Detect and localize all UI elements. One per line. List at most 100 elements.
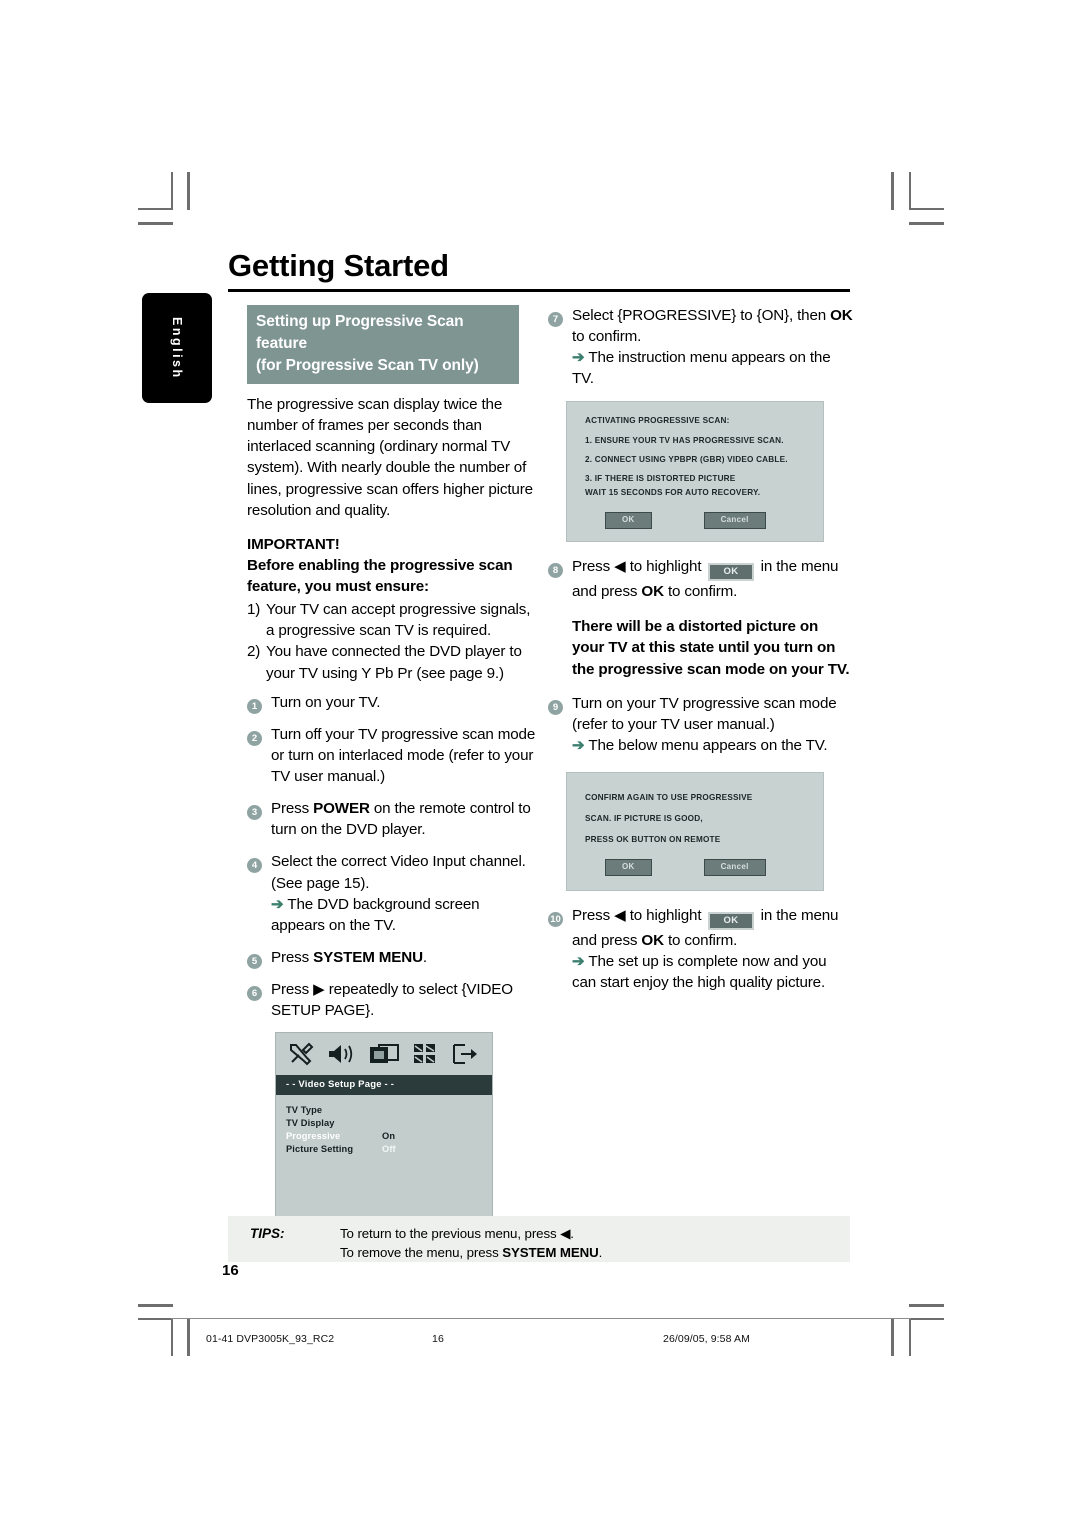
result-arrow-icon: ➔ [572, 349, 585, 367]
tools-icon [288, 1042, 314, 1066]
crop-mark-bottom-right-horizontal [909, 1318, 944, 1320]
crop-mark-top-left-vertical [171, 172, 173, 210]
speaker-icon [327, 1043, 357, 1065]
step-text: Press POWER on the remote control to tur… [271, 798, 537, 840]
step-number-badge: 4 [247, 851, 271, 874]
dvd-menu-row[interactable]: TV Display [276, 1116, 492, 1129]
step-result-text: The set up is complete now and you can s… [572, 953, 827, 992]
step-text: Select the correct Video Input channel. … [271, 851, 537, 936]
step-text-end: to confirm. [663, 583, 738, 601]
step-result-text: The DVD background screen appears on the… [271, 895, 480, 934]
step-number-badge: 10 [548, 905, 572, 927]
step-10: 10 Press ◀ to highlight OK in the menu a… [548, 905, 853, 994]
step-number-badge: 6 [247, 979, 271, 1001]
crop-mark-bottom-left-horizontal [138, 1318, 173, 1320]
preference-grid-icon [413, 1043, 439, 1065]
step-text-bold: POWER [313, 800, 370, 818]
step-bullet: 2 [247, 730, 262, 746]
step-6: 6 Press ▶ repeatedly to select {VIDEO SE… [247, 979, 537, 1021]
footer-file-name: 01-41 DVP3005K_93_RC2 [206, 1333, 335, 1345]
osd-title: ACTIVATING PROGRESSIVE SCAN: [585, 415, 730, 425]
step-7: 7 Select {PROGRESSIVE} to {ON}, then OK … [548, 305, 853, 390]
crop-mark-bottom-right-tick-vertical [891, 1318, 894, 1356]
osd-cancel-button[interactable]: Cancel [703, 511, 766, 529]
list-item: 2) You have connected the DVD player to … [247, 641, 537, 683]
important-label: IMPORTANT! [247, 535, 340, 553]
step-bullet: 3 [247, 805, 262, 821]
step-text-main: Select the correct Video Input channel. … [271, 853, 526, 892]
dvd-menu-row-progressive[interactable]: Progressive On [276, 1129, 492, 1142]
crop-mark-bottom-left-tick-vertical [187, 1318, 190, 1356]
osd-dialog-confirm-again: CONFIRM AGAIN TO USE PROGRESSIVE SCAN. I… [566, 772, 824, 891]
tv-video-icon [370, 1043, 400, 1065]
step-number-badge: 5 [247, 947, 271, 969]
step-text: Turn off your TV progressive scan mode o… [271, 725, 536, 785]
step-text-before: Press [271, 948, 314, 966]
tips-line-1: To return to the previous menu, press ◀. [340, 1226, 574, 1241]
crop-mark-top-right-tick-vertical [891, 172, 894, 210]
osd-cancel-button[interactable]: Cancel [703, 858, 766, 876]
step-number-badge: 9 [548, 693, 572, 715]
dvd-menu-row[interactable]: Picture Setting Off [276, 1142, 492, 1155]
crop-mark-top-left-horizontal [138, 208, 173, 210]
step-9: 9 Turn on your TV progressive scan mode … [548, 693, 853, 756]
step-text: Turn on your TV progressive scan mode (r… [572, 693, 853, 756]
dvd-menu-row-label: Picture Setting [286, 1143, 354, 1154]
tips-label: TIPS: [250, 1226, 285, 1241]
crop-mark-bottom-left-vertical [171, 1318, 173, 1356]
step-text-after: to confirm. [572, 328, 642, 346]
distorted-picture-warning: There will be a distorted picture on you… [572, 618, 850, 678]
tips-line-2-before: To remove the menu, press [340, 1245, 503, 1261]
step-result-text: The instruction menu appears on the TV. [572, 349, 831, 388]
language-tab-label: English [170, 316, 184, 380]
step-bullet: 6 [247, 986, 262, 1001]
title-divider [228, 289, 850, 292]
step-text: Press ▶ repeatedly to select {VIDEO SETU… [271, 981, 513, 1020]
step-3: 3 Press POWER on the remote control to t… [247, 798, 537, 840]
list-marker: 1) [247, 601, 261, 619]
tips-line-2-bold: SYSTEM MENU [502, 1245, 599, 1261]
step-text-before: Select {PROGRESSIVE} to {ON}, then [572, 307, 831, 324]
dvd-menu-row-value: Off [382, 1143, 396, 1154]
osd-line: 1. ENSURE YOUR TV HAS PROGRESSIVE SCAN. [585, 436, 784, 446]
step-number-badge: 3 [247, 798, 271, 821]
dvd-menu-row-label: Progressive [286, 1130, 341, 1141]
osd-line: SCAN. IF PICTURE IS GOOD, [585, 813, 703, 823]
osd-ok-button[interactable]: OK [605, 511, 652, 529]
document-page: Getting Started English Setting up Progr… [0, 0, 1080, 1528]
crop-mark-bottom-right-vertical [909, 1318, 911, 1356]
osd-ok-button[interactable]: OK [605, 858, 652, 876]
result-arrow-icon: ➔ [572, 736, 585, 754]
dvd-menu-row[interactable]: TV Type [276, 1103, 492, 1116]
footer-timestamp: 26/09/05, 9:58 AM [663, 1333, 750, 1345]
crop-mark-bottom-right-tick-horizontal [909, 1304, 944, 1307]
crop-mark-top-right-horizontal [909, 208, 944, 210]
step-text: Press ◀ to highlight OK in the menu and … [572, 905, 853, 994]
step-bullet: 9 [548, 699, 563, 715]
dvd-menu-row-value: On [382, 1130, 396, 1141]
page-title: Getting Started [228, 248, 449, 283]
step-number-badge: 8 [548, 556, 572, 578]
step-text: Press SYSTEM MENU. [271, 947, 537, 968]
osd-line: WAIT 15 SECONDS FOR AUTO RECOVERY. [585, 487, 761, 497]
step-text: Press ◀ to highlight OK in the menu and … [572, 556, 853, 603]
language-tab: English [142, 293, 212, 403]
step-text-end: to confirm. [663, 932, 738, 950]
section-heading-line1: Setting up Progressive Scan feature [256, 313, 464, 352]
crop-mark-top-left-tick-vertical [187, 172, 190, 210]
inline-ok-key-icon: OK [708, 911, 754, 931]
step-number-badge: 7 [548, 305, 572, 327]
osd-dialog-activating-progressive-scan: ACTIVATING PROGRESSIVE SCAN: 1. ENSURE Y… [566, 400, 824, 542]
tips-content: To return to the previous menu, press ◀.… [340, 1224, 602, 1263]
step-bullet: 7 [548, 312, 563, 327]
footer-page-number: 16 [432, 1333, 444, 1345]
step-text-before: Press ◀ to highlight [572, 557, 706, 575]
step-bullet: 10 [548, 911, 563, 927]
right-column: 7 Select {PROGRESSIVE} to {ON}, then OK … [548, 305, 853, 1005]
dvd-menu-title-bar: - - Video Setup Page - - [276, 1075, 492, 1096]
step-8: 8 Press ◀ to highlight OK in the menu an… [548, 556, 853, 603]
step-text-bold: OK [830, 307, 853, 324]
step-number-badge: 1 [247, 692, 271, 714]
osd-line: CONFIRM AGAIN TO USE PROGRESSIVE [585, 793, 753, 803]
osd-button-row: OK Cancel [585, 858, 805, 876]
